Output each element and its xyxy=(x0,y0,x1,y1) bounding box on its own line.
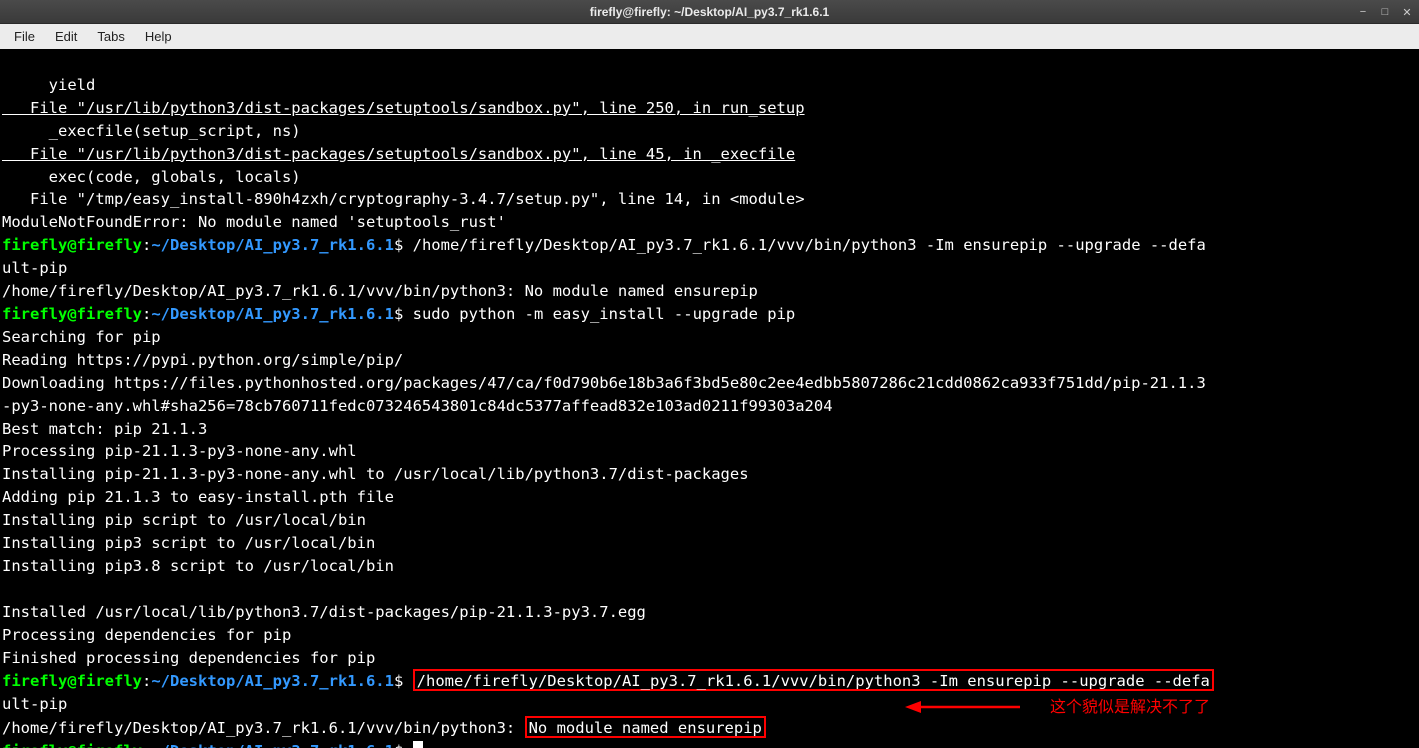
output-line: Installing pip-21.1.3-py3-none-any.whl t… xyxy=(2,465,749,483)
prompt-path: ~/Desktop/AI_py3.7_rk1.6.1 xyxy=(151,742,394,748)
prompt-user-host: firefly@firefly xyxy=(2,236,142,254)
maximize-button[interactable]: □ xyxy=(1377,4,1393,20)
prompt-colon: : xyxy=(142,236,151,254)
output-line: Installing pip3.8 script to /usr/local/b… xyxy=(2,557,394,575)
cursor xyxy=(413,741,423,748)
prompt-user-host: firefly@firefly xyxy=(2,672,142,690)
annotation-arrow-icon xyxy=(905,697,1025,717)
window-title: firefly@firefly: ~/Desktop/AI_py3.7_rk1.… xyxy=(0,5,1419,19)
prompt-path: ~/Desktop/AI_py3.7_rk1.6.1 xyxy=(151,305,394,323)
output-line: /home/firefly/Desktop/AI_py3.7_rk1.6.1/v… xyxy=(2,282,758,300)
output-line: Searching for pip xyxy=(2,328,161,346)
titlebar: firefly@firefly: ~/Desktop/AI_py3.7_rk1.… xyxy=(0,0,1419,24)
annotation-text: 这个貌似是解决不了了 xyxy=(1050,697,1210,720)
output-line: ult-pip xyxy=(2,695,67,713)
highlight-box: /home/firefly/Desktop/AI_py3.7_rk1.6.1/v… xyxy=(413,669,1214,691)
command-text: /home/firefly/Desktop/AI_py3.7_rk1.6.1/v… xyxy=(417,672,1210,690)
output-line: Processing dependencies for pip xyxy=(2,626,291,644)
prompt-path: ~/Desktop/AI_py3.7_rk1.6.1 xyxy=(151,236,394,254)
window-controls: − □ ✕ xyxy=(1355,0,1415,24)
output-line: Best match: pip 21.1.3 xyxy=(2,420,207,438)
close-button[interactable]: ✕ xyxy=(1399,4,1415,20)
output-line: yield xyxy=(2,76,95,94)
prompt-dollar: $ xyxy=(394,236,403,254)
prompt-dollar: $ xyxy=(394,742,403,748)
prompt-colon: : xyxy=(142,742,151,748)
output-line: File "/usr/lib/python3/dist-packages/set… xyxy=(2,99,805,117)
output-line: Reading https://pypi.python.org/simple/p… xyxy=(2,351,403,369)
menu-file[interactable]: File xyxy=(4,26,45,47)
output-line: /home/firefly/Desktop/AI_py3.7_rk1.6.1/v… xyxy=(2,719,525,737)
output-line: File "/usr/lib/python3/dist-packages/set… xyxy=(2,145,795,163)
prompt-dollar: $ xyxy=(394,672,403,690)
menu-tabs[interactable]: Tabs xyxy=(87,26,134,47)
prompt-path: ~/Desktop/AI_py3.7_rk1.6.1 xyxy=(151,672,394,690)
minimize-button[interactable]: − xyxy=(1355,4,1371,20)
command-text: sudo python -m easy_install --upgrade pi… xyxy=(403,305,795,323)
output-line: ModuleNotFoundError: No module named 'se… xyxy=(2,213,506,231)
output-line: ult-pip xyxy=(2,259,67,277)
output-line: Installing pip script to /usr/local/bin xyxy=(2,511,366,529)
output-line: Downloading https://files.pythonhosted.o… xyxy=(2,374,1206,392)
menu-help[interactable]: Help xyxy=(135,26,182,47)
prompt-user-host: firefly@firefly xyxy=(2,305,142,323)
output-line: Installed /usr/local/lib/python3.7/dist-… xyxy=(2,603,646,621)
prompt-user-host: firefly@firefly xyxy=(2,742,142,748)
output-line xyxy=(2,580,11,598)
output-line: Finished processing dependencies for pip xyxy=(2,649,375,667)
output-line: Adding pip 21.1.3 to easy-install.pth fi… xyxy=(2,488,394,506)
prompt-colon: : xyxy=(142,672,151,690)
output-line: File "/tmp/easy_install-890h4zxh/cryptog… xyxy=(2,190,805,208)
output-line: -py3-none-any.whl#sha256=78cb760711fedc0… xyxy=(2,397,833,415)
output-line: exec(code, globals, locals) xyxy=(2,168,301,186)
output-line: _execfile(setup_script, ns) xyxy=(2,122,301,140)
highlight-box: No module named ensurepip xyxy=(525,716,766,738)
menu-edit[interactable]: Edit xyxy=(45,26,87,47)
output-line: Processing pip-21.1.3-py3-none-any.whl xyxy=(2,442,357,460)
prompt-dollar: $ xyxy=(394,305,403,323)
command-text: /home/firefly/Desktop/AI_py3.7_rk1.6.1/v… xyxy=(403,236,1206,254)
output-line: Installing pip3 script to /usr/local/bin xyxy=(2,534,375,552)
prompt-colon: : xyxy=(142,305,151,323)
terminal[interactable]: yield File "/usr/lib/python3/dist-packag… xyxy=(0,49,1419,748)
error-text: No module named ensurepip xyxy=(529,719,762,737)
menubar: File Edit Tabs Help xyxy=(0,24,1419,49)
